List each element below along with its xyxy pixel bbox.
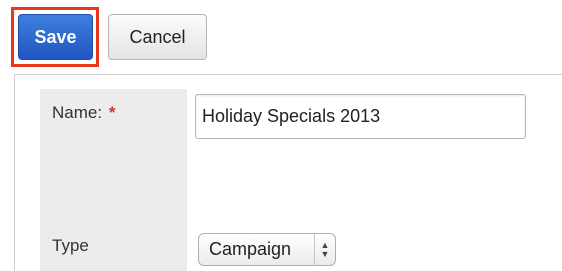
save-button-label: Save bbox=[34, 26, 77, 47]
panel-top-border bbox=[14, 74, 562, 75]
panel-left-border bbox=[14, 74, 15, 271]
type-select-value: Campaign bbox=[209, 239, 292, 259]
save-button[interactable]: Save bbox=[18, 14, 93, 60]
up-down-arrows-icon: ▲ ▼ bbox=[314, 233, 335, 266]
type-label: Type bbox=[52, 236, 89, 255]
edit-view: Save Cancel Name: * Type Campaign ▲ ▼ bbox=[0, 0, 562, 271]
name-label-text: Name: bbox=[52, 103, 103, 122]
name-label: Name: * bbox=[52, 103, 115, 123]
name-input[interactable] bbox=[195, 94, 526, 139]
type-select[interactable]: Campaign ▲ ▼ bbox=[198, 233, 336, 266]
cancel-button-label: Cancel bbox=[129, 26, 186, 47]
required-marker: * bbox=[108, 103, 116, 122]
cancel-button[interactable]: Cancel bbox=[108, 14, 207, 60]
